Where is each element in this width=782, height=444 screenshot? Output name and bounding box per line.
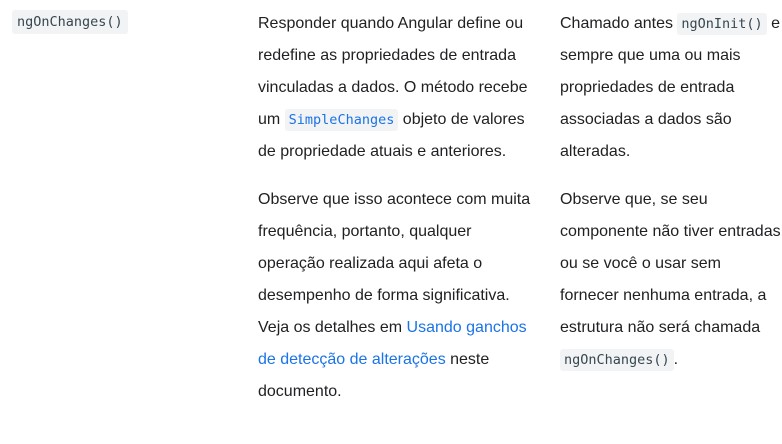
timing-text: Chamado antes	[560, 15, 678, 32]
timing-paragraph-2: Observe que, se seu componente não tiver…	[560, 184, 782, 376]
purpose-paragraph-2: Observe que isso acontece com muita freq…	[258, 184, 540, 408]
simplechanges-code-link[interactable]: SimpleChanges	[284, 109, 399, 131]
ngonchanges-code: ngOnChanges()	[560, 349, 674, 371]
timing-paragraph-1: Chamado antes ngOnInit() e sempre que um…	[560, 8, 782, 168]
timing-text: e sempre que uma ou mais propriedades de…	[560, 15, 781, 160]
lifecycle-hook-row: ngOnChanges() Responder quando Angular d…	[0, 0, 782, 444]
hook-cell: ngOnChanges()	[12, 10, 128, 34]
timing-text: Observe que, se seu componente não tiver…	[560, 191, 781, 336]
ngoninit-code: ngOnInit()	[677, 13, 767, 35]
timing-text: .	[673, 351, 679, 368]
purpose-text: Observe que isso acontece com muita freq…	[258, 191, 531, 336]
hook-name-code: ngOnChanges()	[12, 10, 128, 34]
purpose-cell: Responder quando Angular define ou redef…	[258, 8, 540, 408]
purpose-paragraph-1: Responder quando Angular define ou redef…	[258, 8, 540, 168]
timing-cell: Chamado antes ngOnInit() e sempre que um…	[560, 8, 782, 376]
